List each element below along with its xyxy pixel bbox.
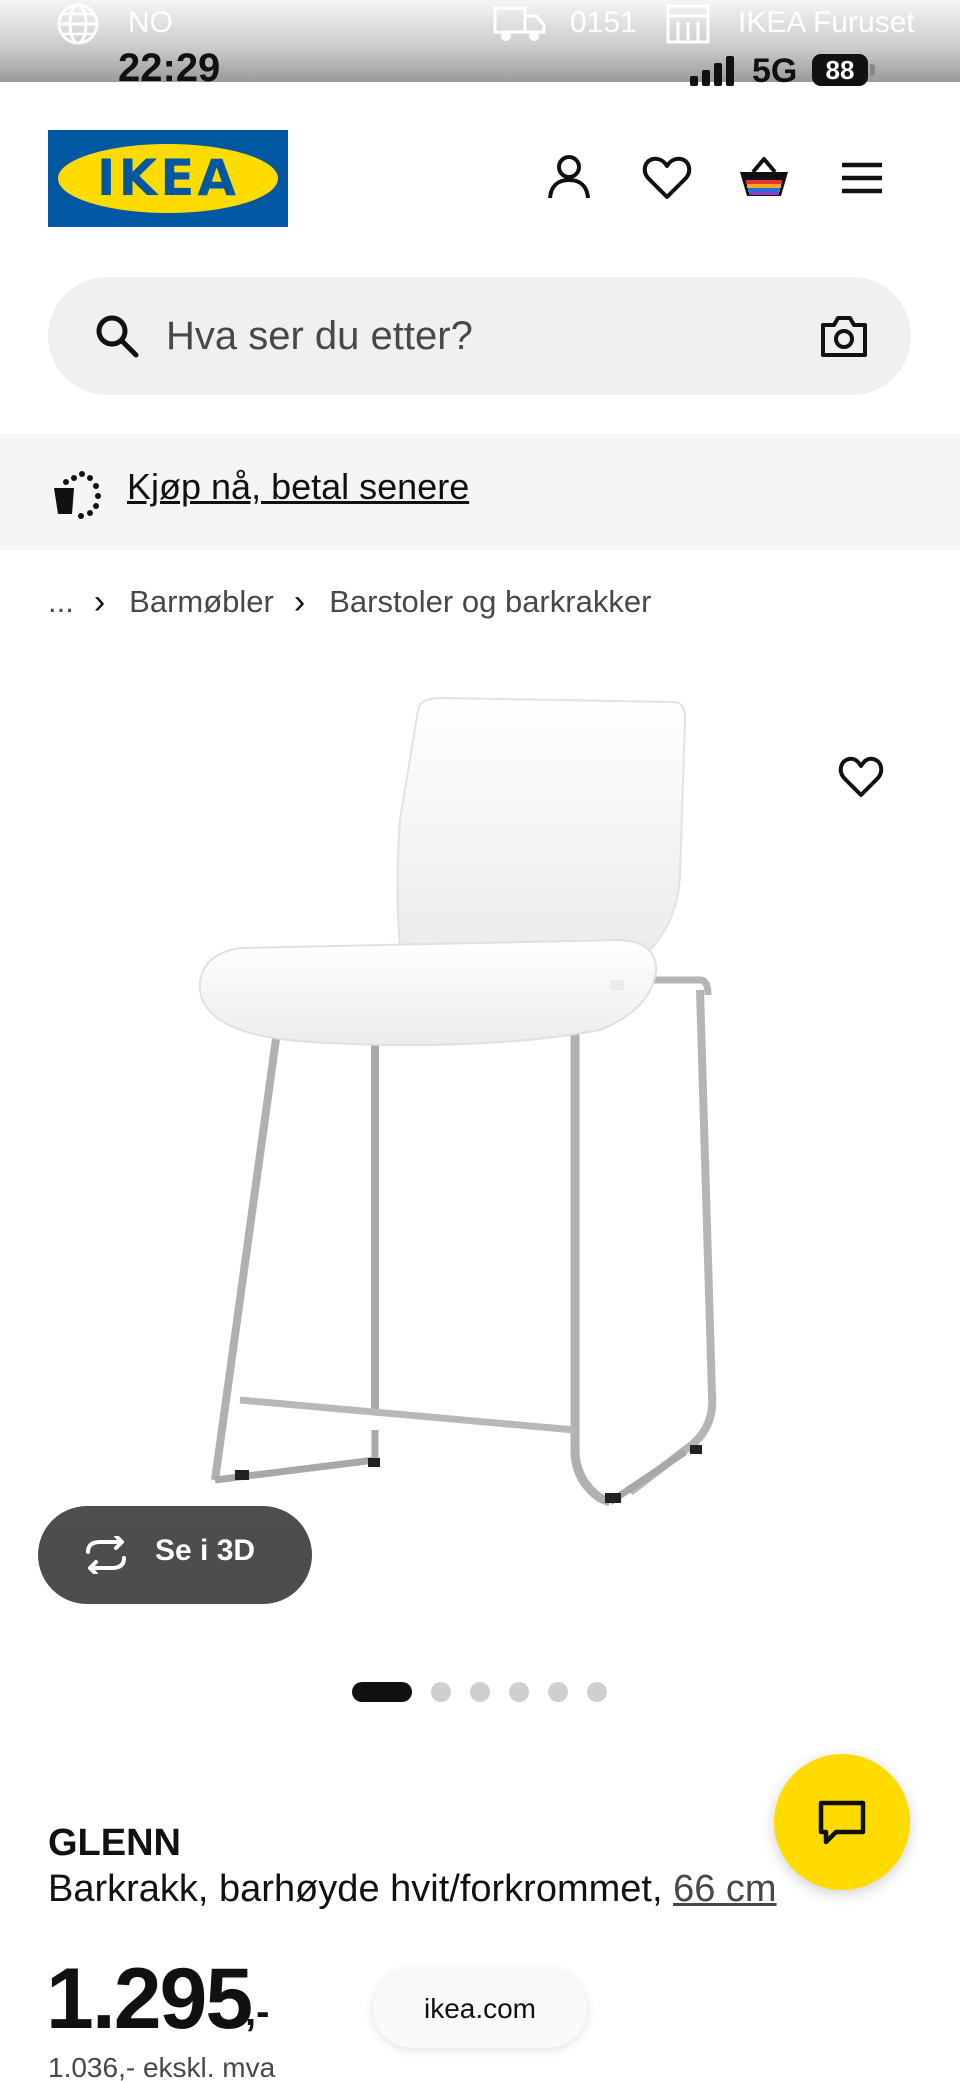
- shopping-bag-icon[interactable]: [736, 150, 792, 206]
- buy-now-pay-later-link[interactable]: Kjøp nå, betal senere: [127, 466, 469, 508]
- battery-icon: 88: [812, 54, 868, 86]
- logo-text: IKEA: [96, 149, 240, 207]
- breadcrumb-ellipsis[interactable]: ...: [48, 584, 74, 620]
- gallery-dot[interactable]: [431, 1682, 451, 1702]
- favorite-icon[interactable]: [836, 752, 886, 802]
- search-icon: [96, 315, 139, 358]
- account-icon[interactable]: [541, 150, 597, 206]
- network-type: 5G: [752, 52, 798, 90]
- status-bar: NO 0151 IKEA Furuset 22:29 5G 88: [0, 0, 960, 90]
- delivery-code[interactable]: 0151: [570, 6, 637, 40]
- chevron-right-icon: ›: [93, 582, 106, 621]
- delivery-truck-icon: [493, 6, 546, 41]
- chevron-right-icon: ›: [293, 582, 306, 621]
- price-ex-vat: 1.036,- ekskl. mva: [48, 2052, 276, 2081]
- search-input[interactable]: [166, 303, 806, 369]
- store-icon: [666, 4, 710, 44]
- clock: 22:29: [118, 46, 221, 90]
- breadcrumb: ... › Barmøbler › Barstoler og barkrakke…: [48, 582, 651, 622]
- product-name: GLENN: [48, 1822, 181, 1864]
- store-name[interactable]: IKEA Furuset: [738, 6, 915, 40]
- product-type: Barkrakk, barhøyde hvit/forkrommet,: [48, 1868, 674, 1910]
- product-description: Barkrakk, barhøyde hvit/forkrommet, 66 c…: [48, 1868, 777, 1911]
- battery-tip: [870, 64, 875, 76]
- signal-icon: [690, 56, 734, 86]
- gallery-dot[interactable]: [470, 1682, 490, 1702]
- promo-banner: Kjøp nå, betal senere: [0, 434, 960, 550]
- battery-level: 88: [825, 55, 855, 85]
- browser-url-pill[interactable]: ikea.com: [373, 1970, 587, 2048]
- view-3d-button[interactable]: Se i 3D: [38, 1506, 312, 1604]
- ikea-logo[interactable]: IKEA: [48, 130, 288, 227]
- region-label[interactable]: NO: [128, 6, 173, 40]
- search-bar[interactable]: [48, 277, 911, 395]
- menu-icon[interactable]: [834, 150, 890, 206]
- globe-icon: [57, 3, 99, 45]
- view-3d-label: Se i 3D: [155, 1534, 256, 1567]
- gallery-dot[interactable]: [587, 1682, 607, 1702]
- payment-plan-icon: [54, 471, 101, 519]
- gallery-dot[interactable]: [509, 1682, 529, 1702]
- breadcrumb-item-bar-furniture[interactable]: Barmøbler: [129, 584, 274, 620]
- gallery-dot-active[interactable]: [352, 1682, 412, 1702]
- chat-icon: [818, 1800, 866, 1845]
- product-image[interactable]: [180, 690, 780, 1630]
- rotate-3d-icon: [86, 1536, 126, 1574]
- wishlist-icon[interactable]: [639, 150, 695, 206]
- product-size-link[interactable]: 66 cm: [673, 1868, 776, 1910]
- breadcrumb-item-bar-stools[interactable]: Barstoler og barkrakker: [329, 584, 651, 620]
- chat-button[interactable]: [774, 1754, 910, 1890]
- gallery-dot[interactable]: [548, 1682, 568, 1702]
- camera-icon[interactable]: [818, 311, 870, 361]
- product-price: 1.295: [46, 1951, 253, 2047]
- price-suffix: ,-: [245, 1990, 270, 2034]
